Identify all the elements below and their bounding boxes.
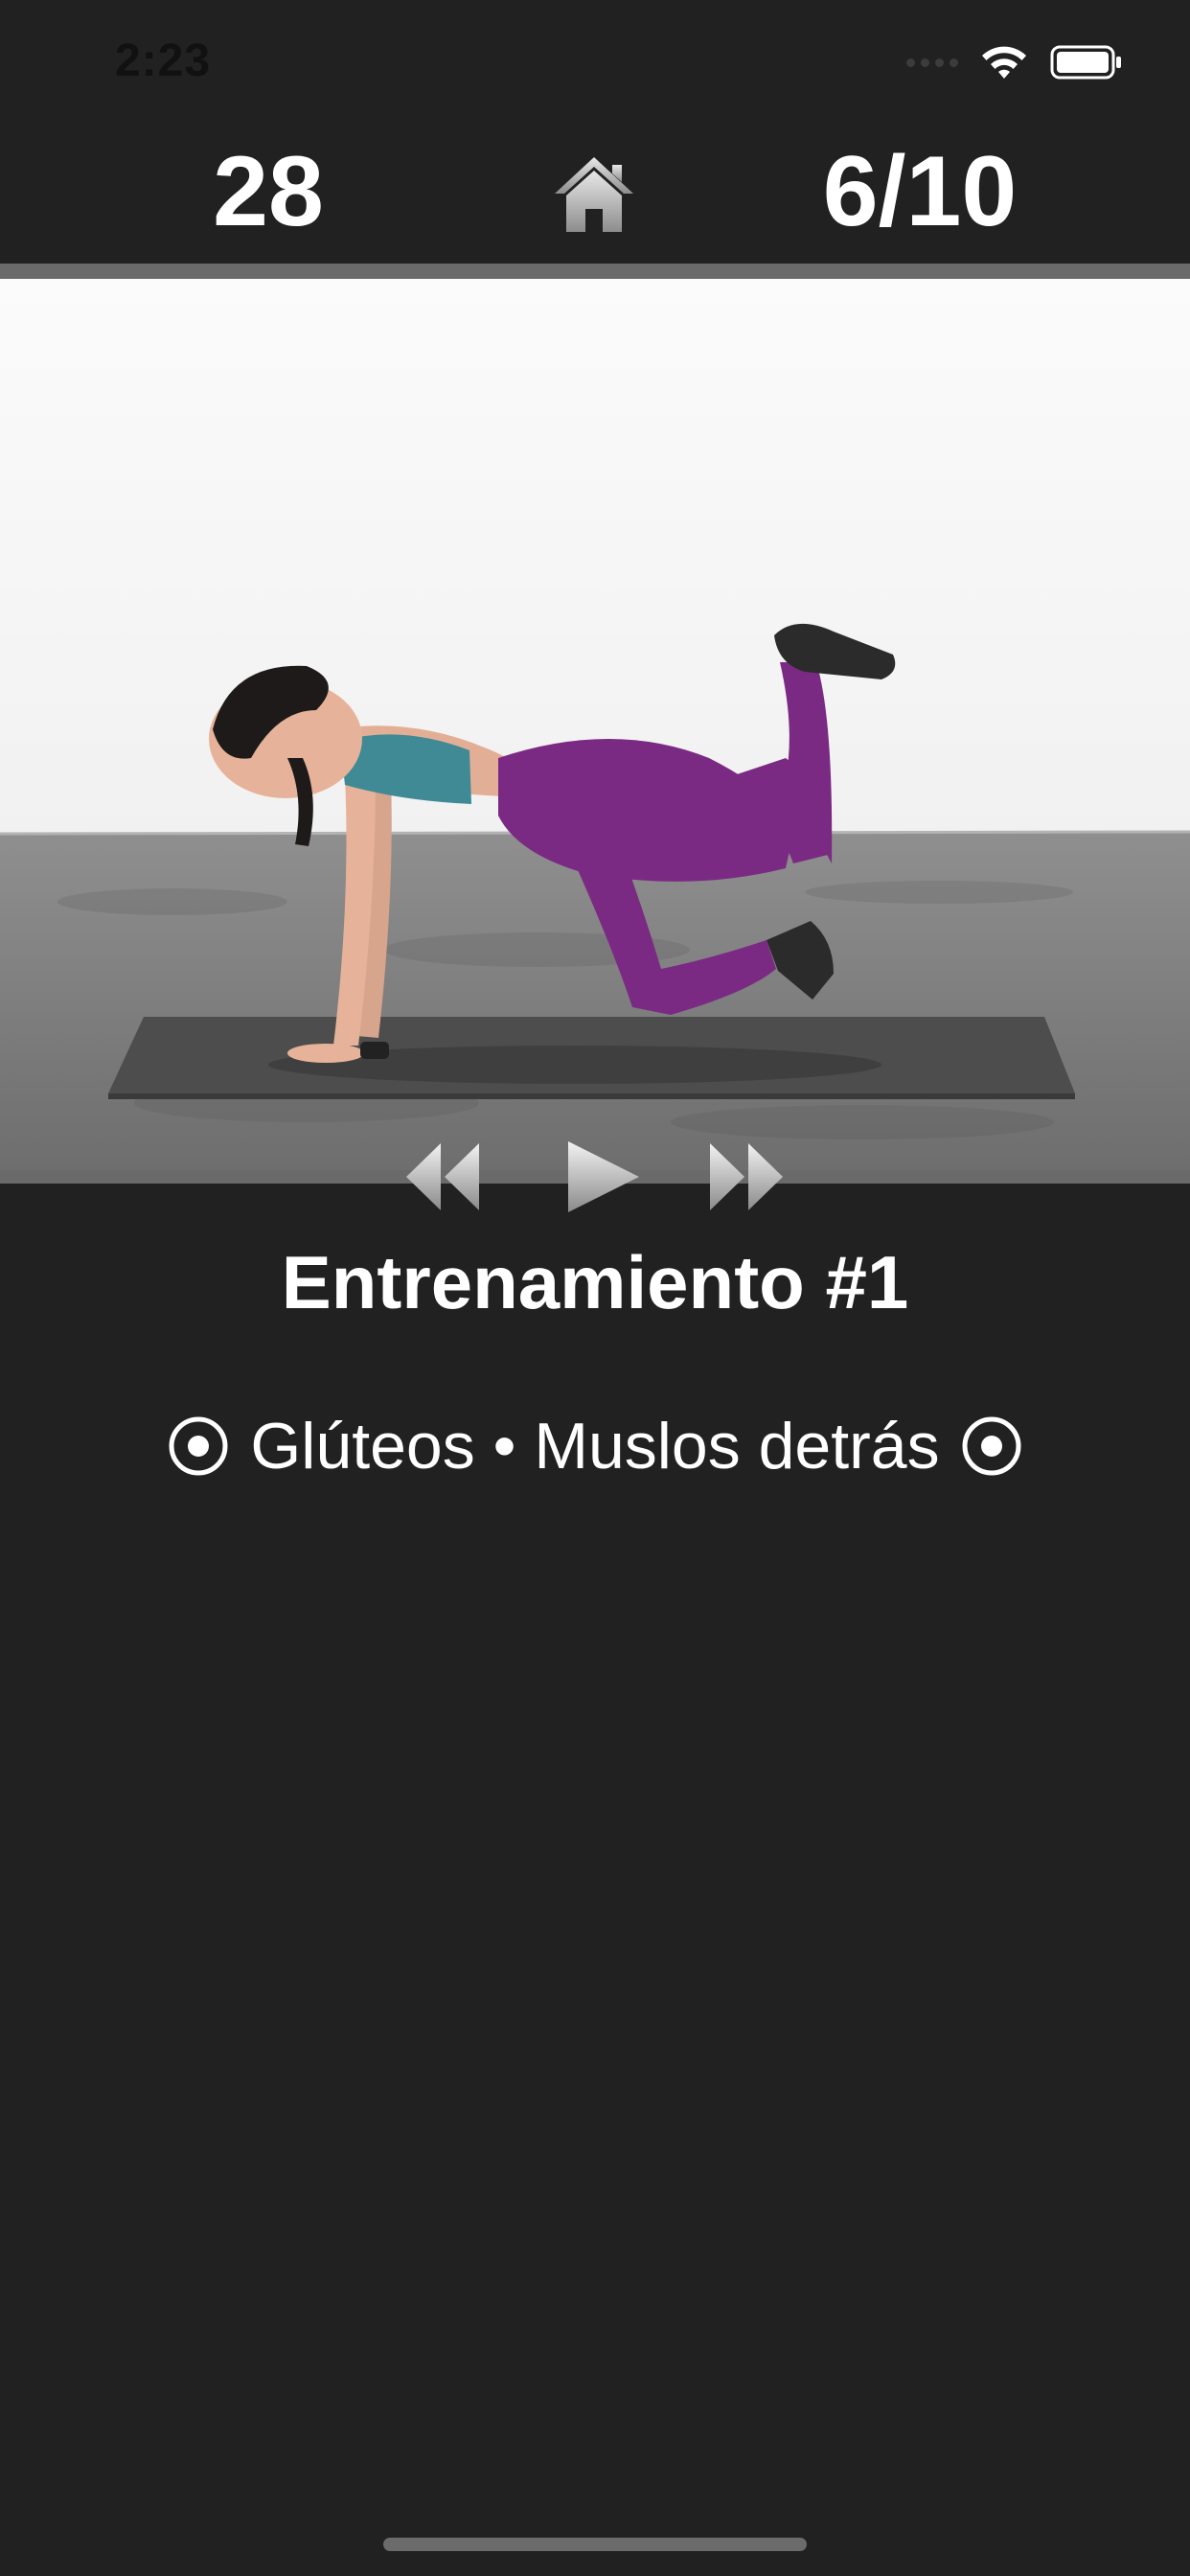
home-button[interactable] [551, 153, 637, 236]
radio-target-icon [962, 1416, 1021, 1476]
fast-forward-button[interactable] [706, 1136, 792, 1218]
wifi-icon [982, 46, 1026, 79]
status-indicators [906, 44, 1123, 80]
exercise-video[interactable] [0, 279, 1190, 1170]
radio-target-icon [169, 1416, 228, 1476]
rewind-icon [406, 1143, 479, 1210]
home-indicator[interactable] [383, 2538, 807, 2551]
home-icon [555, 157, 633, 232]
target-muscles-label: Glúteos • Muslos detrás [250, 1410, 940, 1483]
exercise-illustration [0, 279, 1190, 1170]
workout-title: Entrenamiento #1 [281, 1240, 909, 1324]
play-icon [568, 1141, 639, 1212]
battery-icon [1050, 45, 1121, 80]
counter: 28 [213, 136, 324, 247]
status-time: 2:23 [115, 35, 212, 86]
divider [0, 264, 1190, 279]
exercise-progress: 6/10 [822, 136, 1018, 247]
fast-forward-icon [710, 1143, 783, 1210]
rewind-button[interactable] [402, 1136, 489, 1218]
play-button[interactable] [561, 1136, 647, 1218]
target-muscles: Glúteos • Muslos detrás [0, 1409, 1190, 1484]
cellular-signal-icon [906, 58, 958, 67]
